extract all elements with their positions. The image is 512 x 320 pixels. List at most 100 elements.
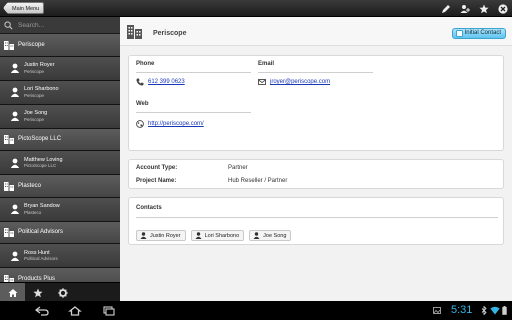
web-row: http://periscope.com/ — [136, 120, 204, 128]
building-icon — [4, 227, 14, 238]
star-icon[interactable] — [477, 2, 490, 15]
person-icon — [10, 204, 20, 214]
close-icon[interactable] — [496, 2, 509, 15]
company-title: Periscope — [153, 30, 187, 37]
sidebar-contact-item[interactable]: Ross Hunt Political Advisors — [0, 244, 120, 268]
home-button-icon[interactable] — [67, 305, 83, 316]
phone-label: Phone — [136, 61, 155, 67]
sidebar-contact-item[interactable]: Bryan Sandow Plasteco — [0, 197, 120, 222]
main-menu-button[interactable]: Main Menu — [3, 2, 45, 14]
building-icon — [4, 274, 14, 282]
sidebar-company-item[interactable]: Periscope — [0, 34, 120, 57]
mail-icon — [258, 79, 266, 85]
battery-icon — [502, 306, 507, 315]
phone-link[interactable]: 612 399 0623 — [148, 79, 185, 85]
project-name-value: Hub Reseller / Partner — [228, 178, 288, 184]
home-icon — [8, 288, 17, 297]
system-bar: 5:31 — [0, 301, 512, 320]
action-bar: Main Menu — [0, 0, 512, 17]
search-bar — [0, 17, 120, 34]
gear-icon — [57, 287, 68, 298]
sidebar-item-label: Lori Sharbono — [24, 86, 59, 92]
globe-icon — [136, 120, 144, 128]
sidebar-item-company: Periscope — [24, 92, 45, 98]
building-icon — [4, 40, 14, 50]
sidebar-item-label: PictoScope LLC — [18, 136, 62, 142]
person-icon — [10, 251, 20, 261]
sidebar-company-item[interactable]: Plasteco — [0, 175, 120, 198]
web-link[interactable]: http://periscope.com/ — [148, 121, 204, 127]
sidebar-contact-item[interactable]: Justin Royer Periscope — [0, 56, 120, 81]
contact-info-card: Phone 612 399 0623 Email jroyer@periscop… — [128, 55, 504, 151]
sidebar-item-label: Bryan Sandow — [24, 203, 60, 209]
contact-chip-label: Joe Song — [263, 232, 287, 239]
detail-panel: Periscope Initial Contact Phone 612 399 … — [120, 17, 512, 301]
recent-apps-icon[interactable] — [100, 305, 116, 316]
email-row: jroyer@periscope.com — [258, 78, 330, 86]
contact-chips: Justin Royer Lori Sharbono Joe Song — [136, 230, 292, 241]
search-icon — [4, 20, 13, 30]
sidebar-item-label: Joe Song — [24, 110, 48, 116]
detail-header: Periscope Initial Contact — [120, 17, 512, 46]
sidebar-company-item[interactable]: PictoScope LLC — [0, 128, 120, 151]
phone-row: 612 399 0623 — [136, 78, 185, 86]
edit-icon[interactable] — [439, 2, 452, 15]
account-type-value: Partner — [228, 165, 248, 171]
checkbox-icon — [455, 30, 463, 37]
building-icon — [4, 181, 14, 191]
add-contact-icon[interactable] — [458, 2, 471, 15]
contact-chip[interactable]: Lori Sharbono — [190, 230, 245, 241]
sidebar-company-item[interactable]: Political Advisors — [0, 221, 120, 244]
person-icon — [10, 158, 20, 168]
contact-chip[interactable]: Joe Song — [249, 230, 292, 241]
person-icon — [10, 63, 20, 73]
sidebar-item-label: Justin Royer — [24, 62, 55, 68]
email-label: Email — [258, 61, 275, 67]
initial-contact-button[interactable]: Initial Contact — [451, 28, 506, 39]
sidebar-item-company: Periscope — [24, 68, 45, 74]
sidebar-item-label: Plasteco — [18, 182, 42, 189]
person-icon — [10, 87, 20, 97]
account-card: Account Type: Partner Project Name: Hub … — [128, 159, 504, 189]
sidebar: PeriscopeJustin RoyerPeriscopeLori Sharb… — [0, 17, 120, 302]
web-label: Web — [136, 101, 149, 107]
contacts-label: Contacts — [136, 205, 162, 211]
sidebar-item-label: Political Advisors — [18, 229, 64, 235]
back-icon[interactable] — [34, 305, 50, 316]
tab-settings[interactable] — [50, 283, 75, 302]
gallery-icon — [433, 307, 441, 314]
sidebar-item-label: Periscope — [18, 41, 45, 48]
sidebar-company-item[interactable]: Products Plus — [0, 268, 120, 282]
phone-icon — [136, 78, 144, 86]
bluetooth-icon — [481, 306, 487, 315]
sidebar-contact-item[interactable]: Joe Song Periscope — [0, 104, 120, 129]
contact-chip-label: Justin Royer — [150, 232, 181, 239]
sidebar-item-company: Plasteco — [24, 209, 42, 215]
sidebar-contact-item[interactable]: Matthew Loving PictoScope LLC — [0, 151, 120, 175]
project-name-label: Project Name: — [136, 178, 177, 184]
wifi-icon — [490, 306, 500, 315]
person-icon — [10, 111, 20, 121]
sidebar-item-company: PictoScope LLC — [24, 163, 57, 168]
clock: 5:31 — [451, 304, 473, 316]
contact-chip[interactable]: Justin Royer — [136, 230, 186, 241]
initial-contact-label: Initial Contact — [464, 30, 501, 36]
sidebar-item-company: Periscope — [24, 116, 45, 122]
tab-home[interactable] — [0, 283, 25, 302]
account-type-label: Account Type: — [136, 165, 178, 171]
building-icon — [4, 134, 14, 145]
person-icon — [195, 232, 202, 239]
sidebar-contact-item[interactable]: Lori Sharbono Periscope — [0, 80, 120, 105]
sidebar-item-company: Political Advisors — [24, 256, 58, 261]
contacts-card: Contacts Justin Royer Lori Sharbono Joe … — [128, 197, 504, 245]
sidebar-tabs — [0, 282, 120, 302]
person-icon — [140, 232, 147, 239]
person-icon — [253, 232, 260, 239]
tab-favorites[interactable] — [25, 283, 50, 302]
email-link[interactable]: jroyer@periscope.com — [270, 79, 330, 85]
contact-chip-label: Lori Sharbono — [204, 232, 240, 239]
building-icon — [127, 25, 142, 39]
star-icon — [32, 288, 43, 297]
contact-list: Periscope Justin Royer Periscope Lori Sharb… — [0, 34, 120, 282]
search-input[interactable] — [18, 21, 113, 29]
